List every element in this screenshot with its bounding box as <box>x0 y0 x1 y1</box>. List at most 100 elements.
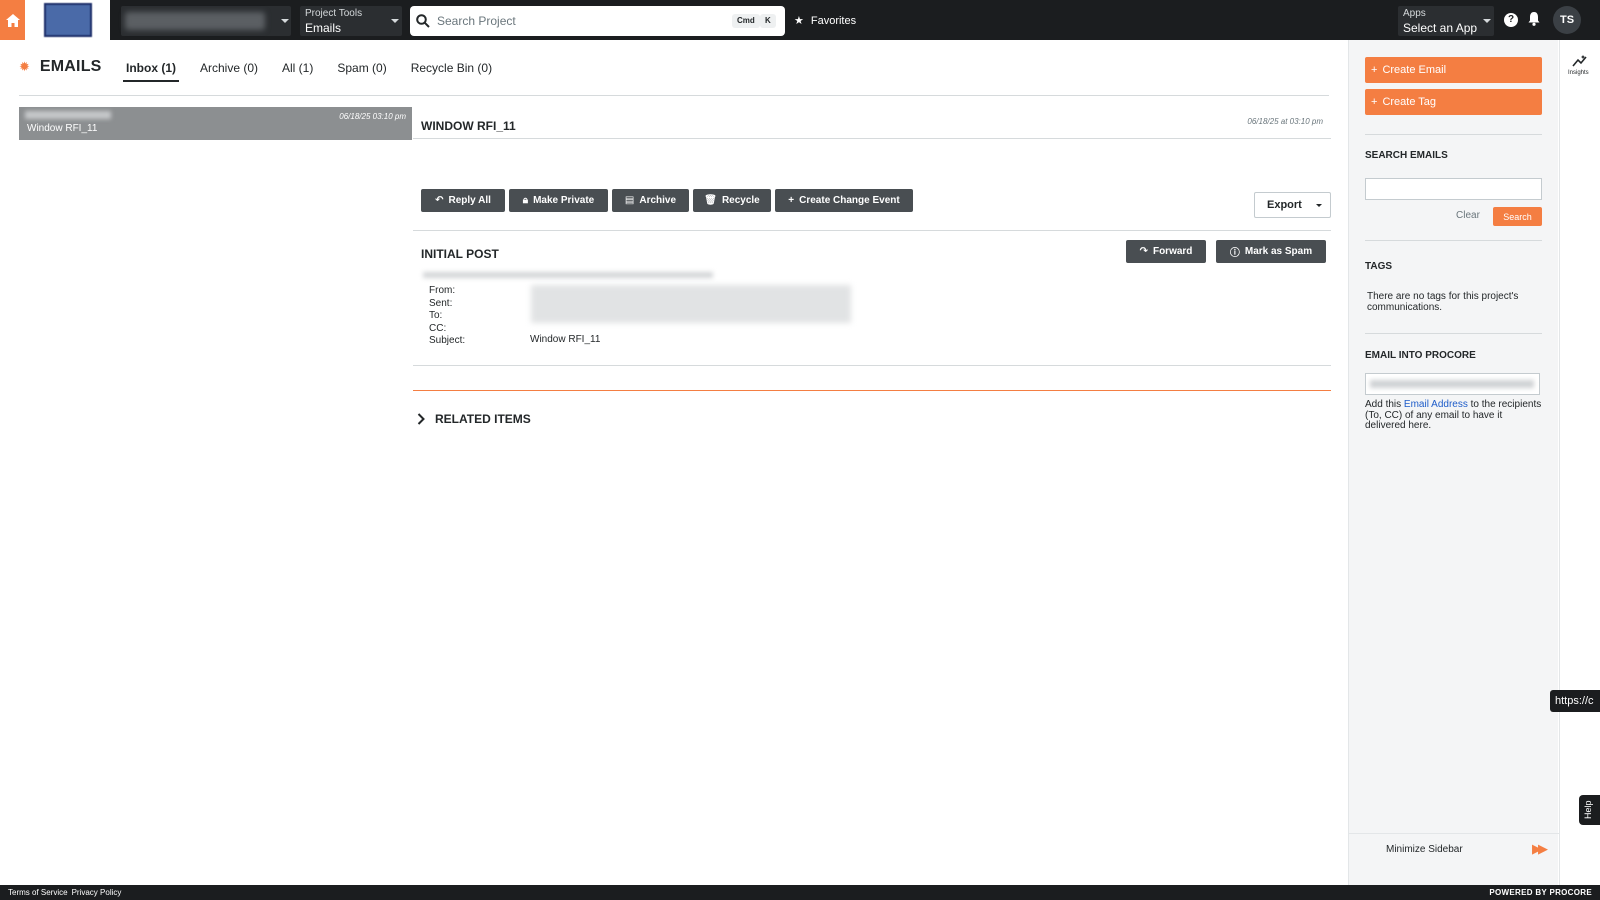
recycle-label: Recycle <box>721 195 760 206</box>
export-label: Export <box>1267 199 1302 211</box>
divider <box>1365 240 1542 241</box>
apps-selector[interactable]: Apps Select an App <box>1398 6 1494 36</box>
project-name-redacted <box>125 12 265 30</box>
company-logo[interactable] <box>25 0 110 40</box>
lock-icon: 🔒︎ <box>522 195 529 206</box>
tab-all[interactable]: All (1) <box>279 59 316 82</box>
mark-as-spam-label: Mark as Spam <box>1244 246 1313 257</box>
apps-label: Apps <box>1403 8 1426 19</box>
forward-label: Forward <box>1152 246 1193 257</box>
divider <box>413 138 1331 139</box>
minimize-sidebar-button[interactable]: Minimize Sidebar ▶▶ <box>1349 833 1559 863</box>
export-dropdown[interactable]: Export <box>1254 192 1331 218</box>
archive-icon: ▤ <box>624 195 635 206</box>
plus-icon: + <box>1371 64 1378 76</box>
to-label: To: <box>429 310 443 321</box>
email-subject: Window RFI_11 <box>27 123 98 134</box>
create-email-button[interactable]: + Create Email <box>1365 57 1542 83</box>
email-date: 06/18/25 03:10 pm <box>339 112 406 121</box>
initial-post-heading: INITIAL POST <box>421 247 499 261</box>
email-header-redacted <box>423 272 713 278</box>
related-items-toggle[interactable]: RELATED ITEMS <box>417 412 531 426</box>
email-address-redacted <box>1370 380 1534 388</box>
email-detail-date: 06/18/25 at 03:10 pm <box>1247 117 1323 126</box>
gear-icon[interactable]: ✹ <box>19 59 30 75</box>
help-tab-label: Help <box>1583 800 1593 819</box>
kbd-k: K <box>760 14 776 28</box>
chevron-right-icon <box>417 413 425 425</box>
project-tools-label: Project Tools <box>305 8 363 19</box>
email-address-link[interactable]: Email Address <box>1404 399 1468 410</box>
email-title: WINDOW RFI_11 <box>421 119 516 133</box>
insights-icon[interactable] <box>1572 54 1588 68</box>
mark-as-spam-button[interactable]: ⓘ Mark as Spam <box>1216 240 1326 263</box>
email-into-instructions: Add this Email Address to the recipients… <box>1365 399 1545 432</box>
cc-label: CC: <box>429 322 447 334</box>
top-navigation-bar: Project Tools Emails Search Project Cmd … <box>0 0 1600 40</box>
terms-of-service-link[interactable]: Terms of Service <box>8 888 68 897</box>
chevron-down-icon <box>1483 19 1491 23</box>
archive-button[interactable]: ▤ Archive <box>612 189 689 212</box>
make-private-label: Make Private <box>533 195 595 206</box>
divider <box>1365 333 1542 334</box>
privacy-policy-link[interactable]: Privacy Policy <box>72 888 122 897</box>
email-into-procore-heading: EMAIL INTO PROCORE <box>1365 350 1476 361</box>
email-meta-values-redacted <box>531 285 851 323</box>
archive-label: Archive <box>639 195 677 206</box>
help-tab[interactable]: Help <box>1579 795 1600 825</box>
search-emails-input[interactable] <box>1365 178 1542 200</box>
make-private-button[interactable]: 🔒︎ Make Private <box>509 189 608 212</box>
sent-label: Sent: <box>429 297 453 309</box>
company-logo-image <box>43 3 92 37</box>
project-selector[interactable] <box>121 6 291 36</box>
sender-redacted <box>25 111 111 119</box>
emails-page: ✹ EMAILS Inbox (1) Archive (0) All (1) S… <box>1 40 1348 885</box>
create-tag-button[interactable]: + Create Tag <box>1365 89 1542 115</box>
chevron-down-icon <box>391 19 399 23</box>
clear-button[interactable]: Clear <box>1456 210 1480 221</box>
email-list-item[interactable]: 06/18/25 03:10 pm Window RFI_11 <box>19 107 412 140</box>
star-icon: ★ <box>794 15 804 27</box>
plus-icon: + <box>788 195 795 206</box>
right-sidebar: + Create Email + Create Tag SEARCH EMAIL… <box>1348 40 1559 885</box>
related-items-label: RELATED ITEMS <box>435 412 531 426</box>
bell-icon[interactable] <box>1528 12 1540 26</box>
tags-heading: TAGS <box>1365 261 1393 272</box>
double-chevron-right-icon: ▶▶ <box>1532 841 1548 856</box>
instructions-prefix: Add this <box>1365 399 1404 410</box>
trash-icon: 🗑︎ <box>704 195 717 206</box>
reply-all-label: Reply All <box>448 195 491 206</box>
tab-recycle-bin[interactable]: Recycle Bin (0) <box>408 59 495 82</box>
insights-label: Insights <box>1568 70 1589 76</box>
forward-button[interactable]: ↷ Forward <box>1126 240 1206 263</box>
create-change-event-button[interactable]: + Create Change Event <box>775 189 913 212</box>
tab-archive[interactable]: Archive (0) <box>197 59 261 82</box>
forward-icon: ↷ <box>1139 246 1148 257</box>
apps-value: Select an App <box>1403 21 1478 35</box>
search-button[interactable]: Search <box>1493 207 1542 226</box>
email-into-address-field[interactable] <box>1365 373 1540 395</box>
help-icon[interactable]: ? <box>1504 13 1518 27</box>
home-button[interactable] <box>0 0 25 40</box>
favorites-label: Favorites <box>810 14 857 27</box>
tab-inbox[interactable]: Inbox (1) <box>123 59 179 82</box>
tab-spam[interactable]: Spam (0) <box>334 59 389 82</box>
favorites-button[interactable]: ★ Favorites <box>794 14 857 28</box>
kbd-cmd: Cmd <box>732 14 760 28</box>
user-avatar[interactable]: TS <box>1553 6 1581 34</box>
search-project-input[interactable]: Search Project Cmd K <box>410 6 785 36</box>
divider <box>413 230 1331 231</box>
divider <box>413 390 1331 391</box>
email-meta-labels: From: Sent: To: CC: Subject: <box>429 285 465 348</box>
footer: Terms of Service Privacy Policy POWERED … <box>0 885 1600 900</box>
create-email-label: Create Email <box>1382 64 1447 76</box>
project-tools-selector[interactable]: Project Tools Emails <box>300 6 402 36</box>
create-tag-label: Create Tag <box>1382 96 1437 108</box>
recycle-button[interactable]: 🗑︎ Recycle <box>693 189 771 212</box>
reply-all-button[interactable]: ↶ Reply All <box>421 189 505 212</box>
page-title: EMAILS <box>39 58 102 75</box>
reply-all-icon: ↶ <box>435 195 444 206</box>
minimize-sidebar-label: Minimize Sidebar <box>1386 844 1463 855</box>
from-label: From: <box>429 285 456 296</box>
divider <box>19 95 1329 96</box>
